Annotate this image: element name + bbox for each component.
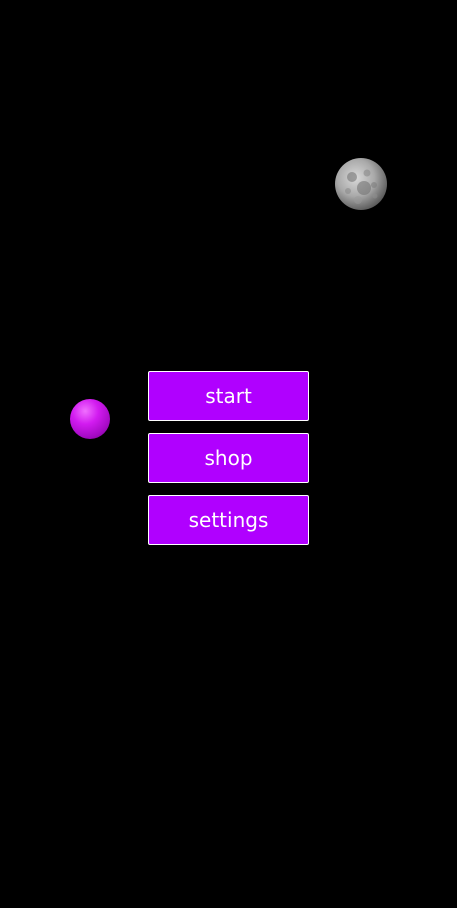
game-screen: start shop settings	[0, 0, 457, 908]
settings-button[interactable]: settings	[148, 495, 309, 545]
moon-icon	[335, 158, 387, 210]
start-button[interactable]: start	[148, 371, 309, 421]
purple-ball-icon	[70, 399, 110, 439]
shop-button[interactable]: shop	[148, 433, 309, 483]
main-menu: start shop settings	[148, 371, 309, 557]
